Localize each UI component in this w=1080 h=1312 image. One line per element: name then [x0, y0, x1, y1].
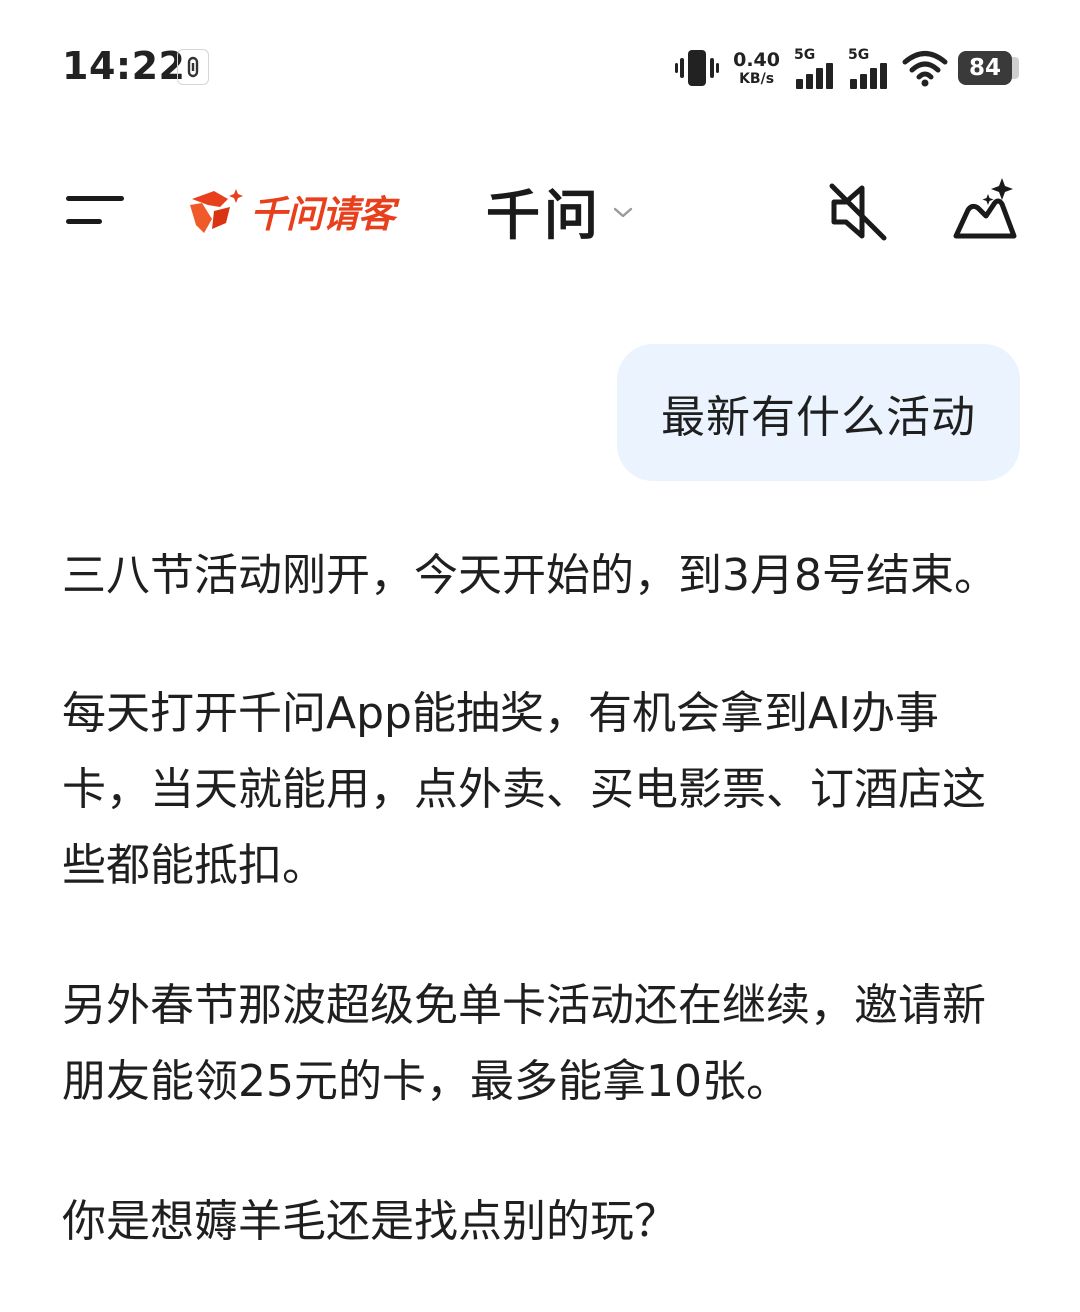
top-nav-bar: 千问请客 千问 [0, 150, 1080, 270]
promo-banner-link[interactable]: 千问请客 [186, 184, 395, 238]
battery-indicator: 84 [958, 51, 1020, 85]
assistant-paragraph: 另外春节那波超级免单卡活动还在继续，邀请新朋友能领25元的卡，最多能拿10张。 [62, 980, 986, 1107]
vibrate-icon [675, 50, 720, 86]
wifi-icon [902, 51, 948, 87]
status-icons: 0.40 KB/s 5G 5G 84 [675, 46, 1020, 90]
promo-text: 千问请客 [250, 193, 395, 236]
signal-1-label: 5G [794, 47, 816, 63]
notification-app-icon [177, 49, 209, 85]
mute-icon[interactable] [826, 180, 890, 244]
menu-icon[interactable] [62, 190, 128, 230]
network-speed: 0.40 KB/s [733, 48, 780, 87]
assistant-paragraph: 每天打开千问App能抽奖，有机会拿到AI办事卡，当天就能用，点外卖、买电影票、订… [62, 688, 986, 891]
user-message-bubble: 最新有什么活动 [617, 344, 1020, 481]
signal-bars-icon [796, 63, 833, 89]
signal-2-label: 5G [848, 47, 870, 63]
status-time: 14:22 [62, 44, 186, 88]
chevron-down-icon [613, 207, 633, 218]
signal-bars-icon [850, 63, 887, 89]
assistant-paragraph: 三八节活动刚开，今天开始的，到3月8号结束。 [62, 550, 998, 601]
assistant-paragraph: 你是想薅羊毛还是找点别的玩？ [62, 1196, 678, 1247]
page-title: 千问 [486, 183, 602, 247]
battery-level: 84 [958, 51, 1012, 85]
network-speed-value: 0.40 [733, 48, 780, 71]
signal-1: 5G [794, 47, 840, 89]
signal-2: 5G [848, 47, 894, 89]
network-speed-unit: KB/s [739, 70, 775, 87]
new-chat-icon[interactable] [948, 176, 1020, 244]
status-bar: 14:22 0.40 KB/s 5G 5G 84 [0, 0, 1080, 130]
promo-logo-icon [190, 189, 243, 233]
model-selector[interactable]: 千问 [486, 178, 634, 247]
